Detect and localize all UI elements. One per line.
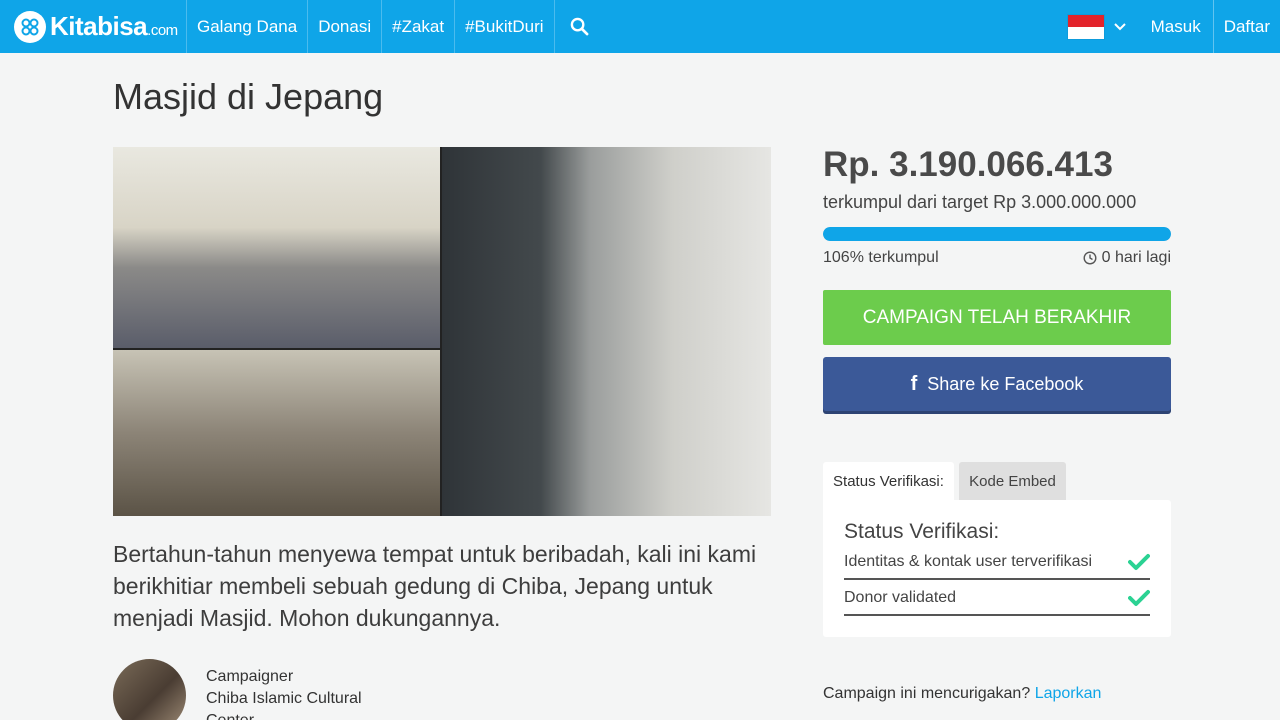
nav-zakat[interactable]: #Zakat	[381, 0, 454, 53]
tab-kode-embed[interactable]: Kode Embed	[959, 462, 1066, 500]
gathering-photo	[113, 350, 440, 516]
target-text: terkumpul dari target Rp 3.000.000.000	[823, 192, 1137, 212]
group-photo	[113, 147, 440, 348]
kitabisa-logo-icon	[14, 10, 46, 43]
share-facebook-button[interactable]: f Share ke Facebook	[823, 357, 1171, 411]
top-navbar: Kitabisa.com Galang Dana Donasi #Zakat #…	[0, 0, 1280, 53]
verification-item: Donor validated	[844, 582, 1150, 616]
nav-donasi[interactable]: Donasi	[307, 0, 381, 53]
days-left: 0 hari lagi	[1083, 249, 1171, 267]
report-link[interactable]: Laporkan	[1035, 685, 1102, 702]
campaign-ended-button[interactable]: CAMPAIGN TELAH BERAKHIR	[823, 290, 1171, 345]
register-link[interactable]: Daftar	[1212, 0, 1280, 53]
campaign-image	[113, 147, 771, 516]
check-icon	[1128, 553, 1150, 571]
check-icon	[1128, 589, 1150, 607]
campaigner-name[interactable]: Chiba Islamic Cultural Center	[206, 688, 406, 720]
facebook-icon: f	[910, 372, 918, 395]
progress-fill	[823, 227, 1171, 241]
page-title: Masjid di Jepang	[113, 76, 384, 117]
indonesia-flag-icon[interactable]	[1066, 13, 1105, 40]
logo-wordmark: Kitabisa.com	[50, 11, 178, 41]
report-section: Campaign ini mencurigakan? Laporkan	[823, 685, 1101, 703]
verification-item-label: Identitas & kontak user terverifikasi	[844, 553, 1093, 570]
nav-bukitduri[interactable]: #BukitDuri	[454, 0, 553, 53]
campaign-description: Bertahun-tahun menyewa tempat untuk beri…	[113, 541, 757, 631]
share-facebook-label: Share ke Facebook	[927, 373, 1084, 394]
campaigner-info: Campaigner Chiba Islamic Cultural Center	[206, 666, 406, 720]
building-photo	[442, 147, 771, 516]
search-icon	[570, 17, 588, 36]
progress-bar	[823, 227, 1171, 241]
chevron-down-icon[interactable]	[1113, 22, 1127, 32]
amount-raised: Rp. 3.190.066.413	[823, 145, 1113, 184]
login-link[interactable]: Masuk	[1141, 0, 1213, 53]
avatar[interactable]	[113, 659, 186, 720]
search-button[interactable]	[553, 0, 604, 53]
days-left-text: 0 hari lagi	[1101, 249, 1171, 266]
kitabisa-logo[interactable]: Kitabisa.com	[0, 0, 186, 53]
nav-galang-dana[interactable]: Galang Dana	[186, 0, 307, 53]
verification-title: Status Verifikasi:	[844, 520, 1000, 543]
percent-collected: 106% terkumpul	[823, 249, 939, 266]
verification-panel: Status Verifikasi: Identitas & kontak us…	[823, 500, 1171, 637]
campaigner-label: Campaigner	[206, 668, 294, 685]
verification-item: Identitas & kontak user terverifikasi	[844, 546, 1150, 580]
tab-status-verifikasi[interactable]: Status Verifikasi:	[823, 462, 954, 500]
verification-item-label: Donor validated	[844, 589, 957, 606]
report-question: Campaign ini mencurigakan?	[823, 685, 1031, 702]
clock-icon	[1083, 251, 1097, 265]
